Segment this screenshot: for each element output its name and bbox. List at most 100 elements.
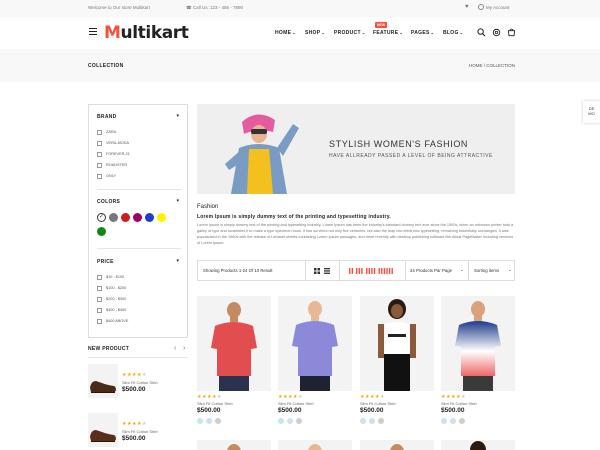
- brand-filter-title[interactable]: BRAND: [97, 114, 117, 120]
- brand-checkbox[interactable]: ROADSTER: [97, 162, 127, 168]
- product-name[interactable]: Slim Fit Cotton Shirt: [197, 401, 233, 406]
- color-swatch-purple[interactable]: [133, 213, 142, 222]
- list-view-icon[interactable]: [324, 268, 330, 274]
- nav-blog[interactable]: BLOG⌄: [443, 30, 463, 36]
- color-swatch-red[interactable]: [121, 213, 130, 222]
- nav-shop[interactable]: SHOP⌄: [305, 30, 325, 36]
- brand-checkbox[interactable]: ONLY: [97, 173, 116, 179]
- chevron-down-icon[interactable]: ⌄: [508, 267, 512, 273]
- nav-product[interactable]: PRODUCT⌄: [334, 30, 365, 36]
- caret-down-icon[interactable]: ▾: [176, 113, 179, 119]
- color-options[interactable]: [278, 418, 305, 424]
- colors-filter-title[interactable]: COLORS: [97, 199, 120, 205]
- price-filter-title[interactable]: PRICE: [97, 259, 114, 265]
- phone-text: Call Us: 123 - 456 - 7890: [193, 5, 244, 10]
- breadcrumb[interactable]: HOME / COLLECTION: [469, 63, 515, 68]
- column-layout-icons[interactable]: [349, 268, 399, 274]
- caret-down-icon[interactable]: ▾: [176, 198, 179, 204]
- logo[interactable]: Multikart: [104, 23, 189, 43]
- chevron-left-icon[interactable]: ‹: [174, 345, 176, 352]
- new-product-name[interactable]: Slim Fit Cotton Shirt: [122, 429, 158, 434]
- banner-model-image: [225, 114, 299, 194]
- shoe-image: [90, 430, 116, 442]
- user-icon[interactable]: [478, 4, 484, 10]
- new-product-image[interactable]: [88, 413, 118, 447]
- color-options[interactable]: [441, 418, 468, 424]
- demo-tab[interactable]: DE MO: [583, 101, 600, 123]
- brand-checkbox[interactable]: ZARA: [97, 129, 116, 135]
- chevron-down-icon: ⌄: [361, 30, 366, 35]
- model-white-tank-image: [378, 299, 416, 391]
- product-name[interactable]: Slim Fit Cotton Shirt: [278, 401, 314, 406]
- collection-banner[interactable]: STYLISH WOMEN'S FASHION HAVE ALLREADY PA…: [197, 104, 515, 194]
- search-icon[interactable]: [477, 28, 486, 37]
- product-image[interactable]: [441, 440, 515, 450]
- grid-view-icon[interactable]: [314, 268, 320, 274]
- price-checkbox[interactable]: $400 ABOVE: [97, 318, 128, 324]
- product-image[interactable]: [197, 440, 271, 450]
- chevron-down-icon: ⌄: [321, 30, 326, 35]
- model-purple-polo-image: [292, 301, 338, 391]
- new-product-image[interactable]: [88, 364, 118, 398]
- product-image[interactable]: [197, 296, 271, 391]
- price-checkbox[interactable]: $200 - $300: [97, 296, 126, 302]
- chevron-down-icon: ⌄: [399, 30, 403, 35]
- product-image[interactable]: [278, 296, 352, 391]
- wishlist-heart-icon[interactable]: ♥: [465, 4, 469, 10]
- color-swatch-yellow[interactable]: [157, 213, 166, 222]
- showing-results-text: Showing Products 1-24 Of 10 Result: [203, 268, 273, 273]
- divider: [88, 357, 188, 358]
- price-checkbox[interactable]: $300 - $400: [97, 307, 126, 313]
- chevron-right-icon[interactable]: ›: [183, 345, 185, 352]
- product-price: $500.00: [360, 407, 384, 414]
- product-price: $500.00: [441, 407, 465, 414]
- brand-checkbox[interactable]: FOREVER-21: [97, 151, 130, 157]
- rating-stars: ★★★★★: [278, 394, 303, 400]
- top-bar: Welcome to Our store Multikart ☎ Call Us…: [0, 0, 600, 17]
- breadcrumb-band: COLLECTION HOME / COLLECTION: [0, 49, 600, 82]
- color-swatch-blue[interactable]: [145, 213, 154, 222]
- color-options[interactable]: [197, 418, 224, 424]
- nav-home[interactable]: HOME⌄: [275, 30, 296, 36]
- chevron-down-icon[interactable]: ⌄: [460, 267, 464, 273]
- page-title: COLLECTION: [88, 63, 124, 69]
- new-product-price: $500.00: [122, 435, 146, 442]
- menu-hamburger-icon[interactable]: [89, 28, 97, 36]
- color-options[interactable]: [360, 418, 387, 424]
- color-swatch-grey[interactable]: [109, 213, 118, 222]
- chevron-down-icon: ⌄: [292, 30, 296, 35]
- product-name[interactable]: Slim Fit Cotton Shirt: [441, 401, 477, 406]
- my-account-link[interactable]: My Account: [486, 5, 509, 10]
- cart-icon[interactable]: [507, 28, 516, 37]
- color-swatch-green[interactable]: [97, 227, 106, 236]
- product-image[interactable]: [441, 296, 515, 391]
- price-checkbox[interactable]: $10 - $100: [97, 274, 124, 280]
- model-ombre-tee-image: [455, 301, 501, 391]
- product-image[interactable]: [360, 440, 434, 450]
- product-image[interactable]: [360, 296, 434, 391]
- nav-feature[interactable]: FEATURE⌄: [373, 30, 403, 36]
- caret-down-icon[interactable]: ▾: [176, 258, 179, 264]
- banner-subtitle: HAVE ALLREADY PASSED A LEVEL OF BEING AT…: [329, 153, 493, 159]
- welcome-text: Welcome to Our store Multikart: [88, 5, 150, 10]
- new-badge: NEW: [375, 22, 388, 28]
- model-red-polo-image: [211, 302, 257, 391]
- nav-pages[interactable]: PAGES⌄: [411, 30, 434, 36]
- rating-stars: ★★★★★: [122, 421, 147, 427]
- per-page-select[interactable]: 24 Products Par Page: [410, 268, 452, 273]
- brand-checkbox[interactable]: VERA-MODA: [97, 140, 129, 146]
- new-product-name[interactable]: Slim Fit Cotton Shirt: [122, 380, 158, 385]
- filter-sidebar: BRAND ▾ ZARA VERA-MODA FOREVER-21 ROADST…: [88, 104, 188, 338]
- sort-select[interactable]: Sorting items: [474, 268, 499, 273]
- product-price: $500.00: [278, 407, 302, 414]
- phone-icon: ☎: [186, 5, 192, 10]
- category-name: Fashion: [197, 204, 219, 210]
- color-swatch-white[interactable]: [97, 213, 106, 222]
- chevron-down-icon: ⌄: [430, 30, 435, 35]
- price-checkbox[interactable]: $100 - $200: [97, 285, 126, 291]
- settings-gear-icon[interactable]: [492, 28, 501, 37]
- category-description: Lorem Ipsum is simply dummy text of the …: [197, 223, 514, 245]
- category-heading: Lorem Ipsum is simply dummy text of the …: [197, 214, 391, 220]
- product-name[interactable]: Slim Fit Cotton Shirt: [360, 401, 396, 406]
- product-image[interactable]: [278, 440, 352, 450]
